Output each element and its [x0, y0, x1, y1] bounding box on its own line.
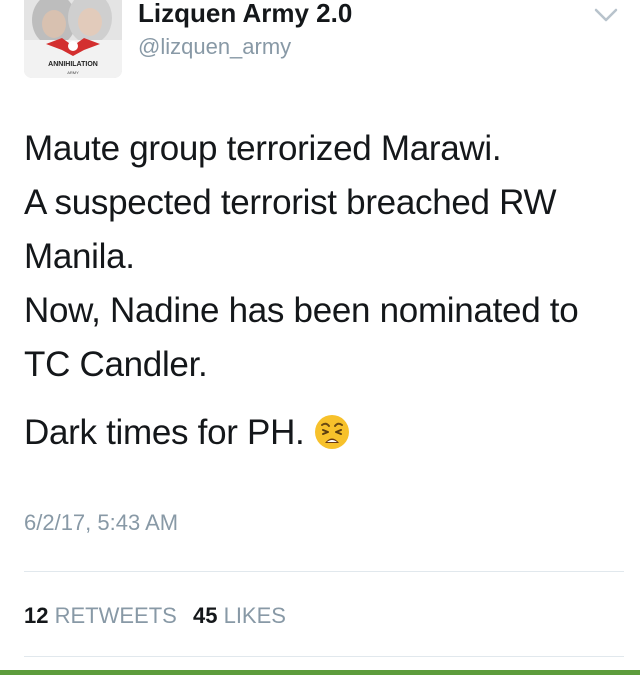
likes-label: LIKES	[223, 603, 286, 628]
tweet-stats: 12 RETWEETS 45 LIKES	[24, 603, 286, 629]
divider	[24, 571, 624, 572]
avatar[interactable]: ANNIHILATION ARMY	[24, 0, 122, 78]
divider	[24, 656, 624, 657]
avatar-subcaption: ARMY	[67, 70, 79, 75]
avatar-image: ANNIHILATION ARMY	[24, 0, 122, 78]
username[interactable]: @lizquen_army	[138, 34, 291, 60]
retweets-count: 12	[24, 603, 49, 628]
tweet-detail: ANNIHILATION ARMY Lizquen Army 2.0 @lizq…	[0, 0, 640, 675]
tweet-line: Now, Nadine has been nominated to TC Can…	[24, 291, 579, 384]
likes-count: 45	[192, 603, 218, 628]
retweets-label: RETWEETS	[54, 603, 177, 628]
chevron-down-icon[interactable]	[593, 6, 619, 24]
timestamp[interactable]: 6/2/17, 5:43 AM	[24, 510, 178, 536]
tweet-line: Maute group terrorized Marawi.	[24, 129, 502, 168]
retweets-stat[interactable]: 12 RETWEETS	[24, 603, 177, 628]
bottom-strip	[0, 670, 640, 675]
likes-stat[interactable]: 45 LIKES	[193, 603, 286, 628]
avatar-caption: ANNIHILATION	[48, 61, 98, 68]
tweet-line-final: Dark times for PH.	[24, 406, 624, 460]
tweet-line: A suspected terrorist breached RW Manila…	[24, 183, 557, 276]
tweet-text: Maute group terrorized Marawi. A suspect…	[24, 122, 624, 460]
display-name[interactable]: Lizquen Army 2.0	[138, 0, 352, 29]
tweet-line: Dark times for PH.	[24, 413, 305, 452]
weary-face-icon	[315, 415, 350, 449]
